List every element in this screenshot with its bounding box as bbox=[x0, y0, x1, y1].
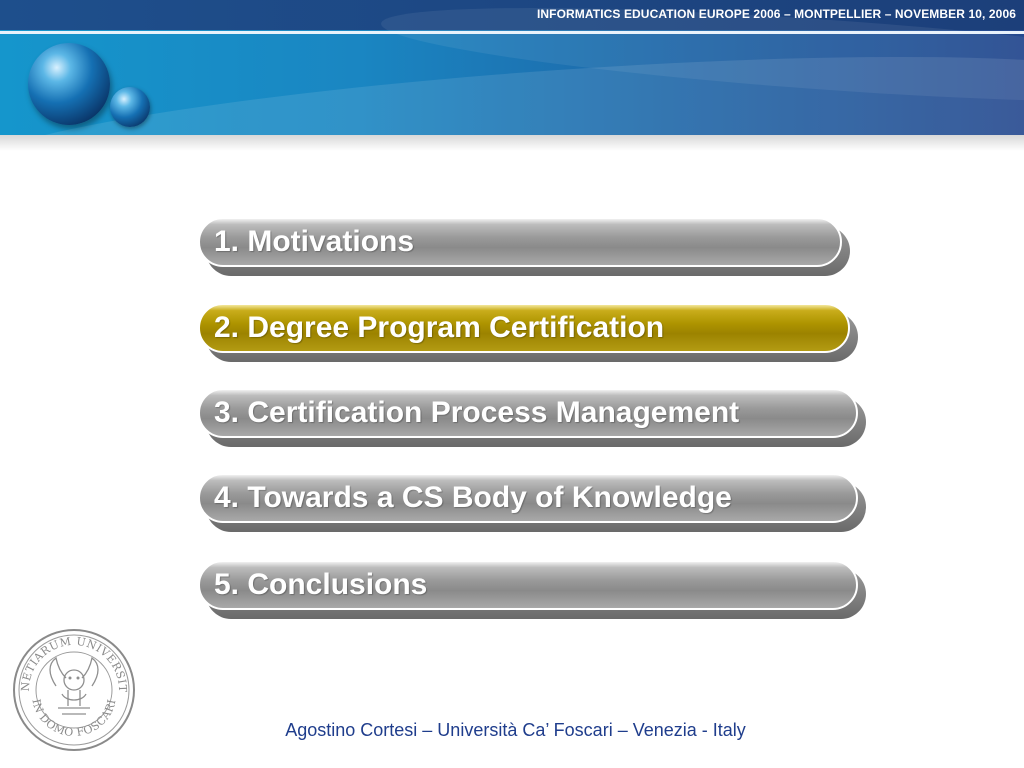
agenda-item-label: 1. Motivations bbox=[214, 225, 415, 258]
footer-author: Agostino Cortesi – Università Ca’ Foscar… bbox=[285, 720, 746, 740]
agenda-item-conclusions[interactable]: 5. Conclusions bbox=[198, 560, 866, 619]
agenda-item-motivations[interactable]: 1. Motivations bbox=[198, 217, 850, 276]
agenda-item-label: 3. Certification Process Management bbox=[214, 396, 740, 429]
agenda-item-certification-process-management[interactable]: 3. Certification Process Management bbox=[198, 388, 866, 447]
conference-title: INFORMATICS EDUCATION EUROPE 2006 – MONT… bbox=[536, 7, 1016, 21]
header-shadow bbox=[0, 135, 1024, 151]
agenda-item-label: 2. Degree Program Certification bbox=[214, 311, 665, 344]
agenda-item-label: 5. Conclusions bbox=[214, 568, 428, 601]
globe-icon bbox=[110, 87, 150, 127]
agenda-item-label: 4. Towards a CS Body of Knowledge bbox=[214, 481, 732, 514]
header-banner: INFORMATICS EDUCATION EUROPE 2006 – MONT… bbox=[0, 0, 1024, 135]
agenda-item-degree-program-certification[interactable]: 2. Degree Program Certification bbox=[198, 303, 858, 362]
agenda-item-cs-body-of-knowledge[interactable]: 4. Towards a CS Body of Knowledge bbox=[198, 473, 866, 532]
globe-icon bbox=[28, 43, 110, 125]
